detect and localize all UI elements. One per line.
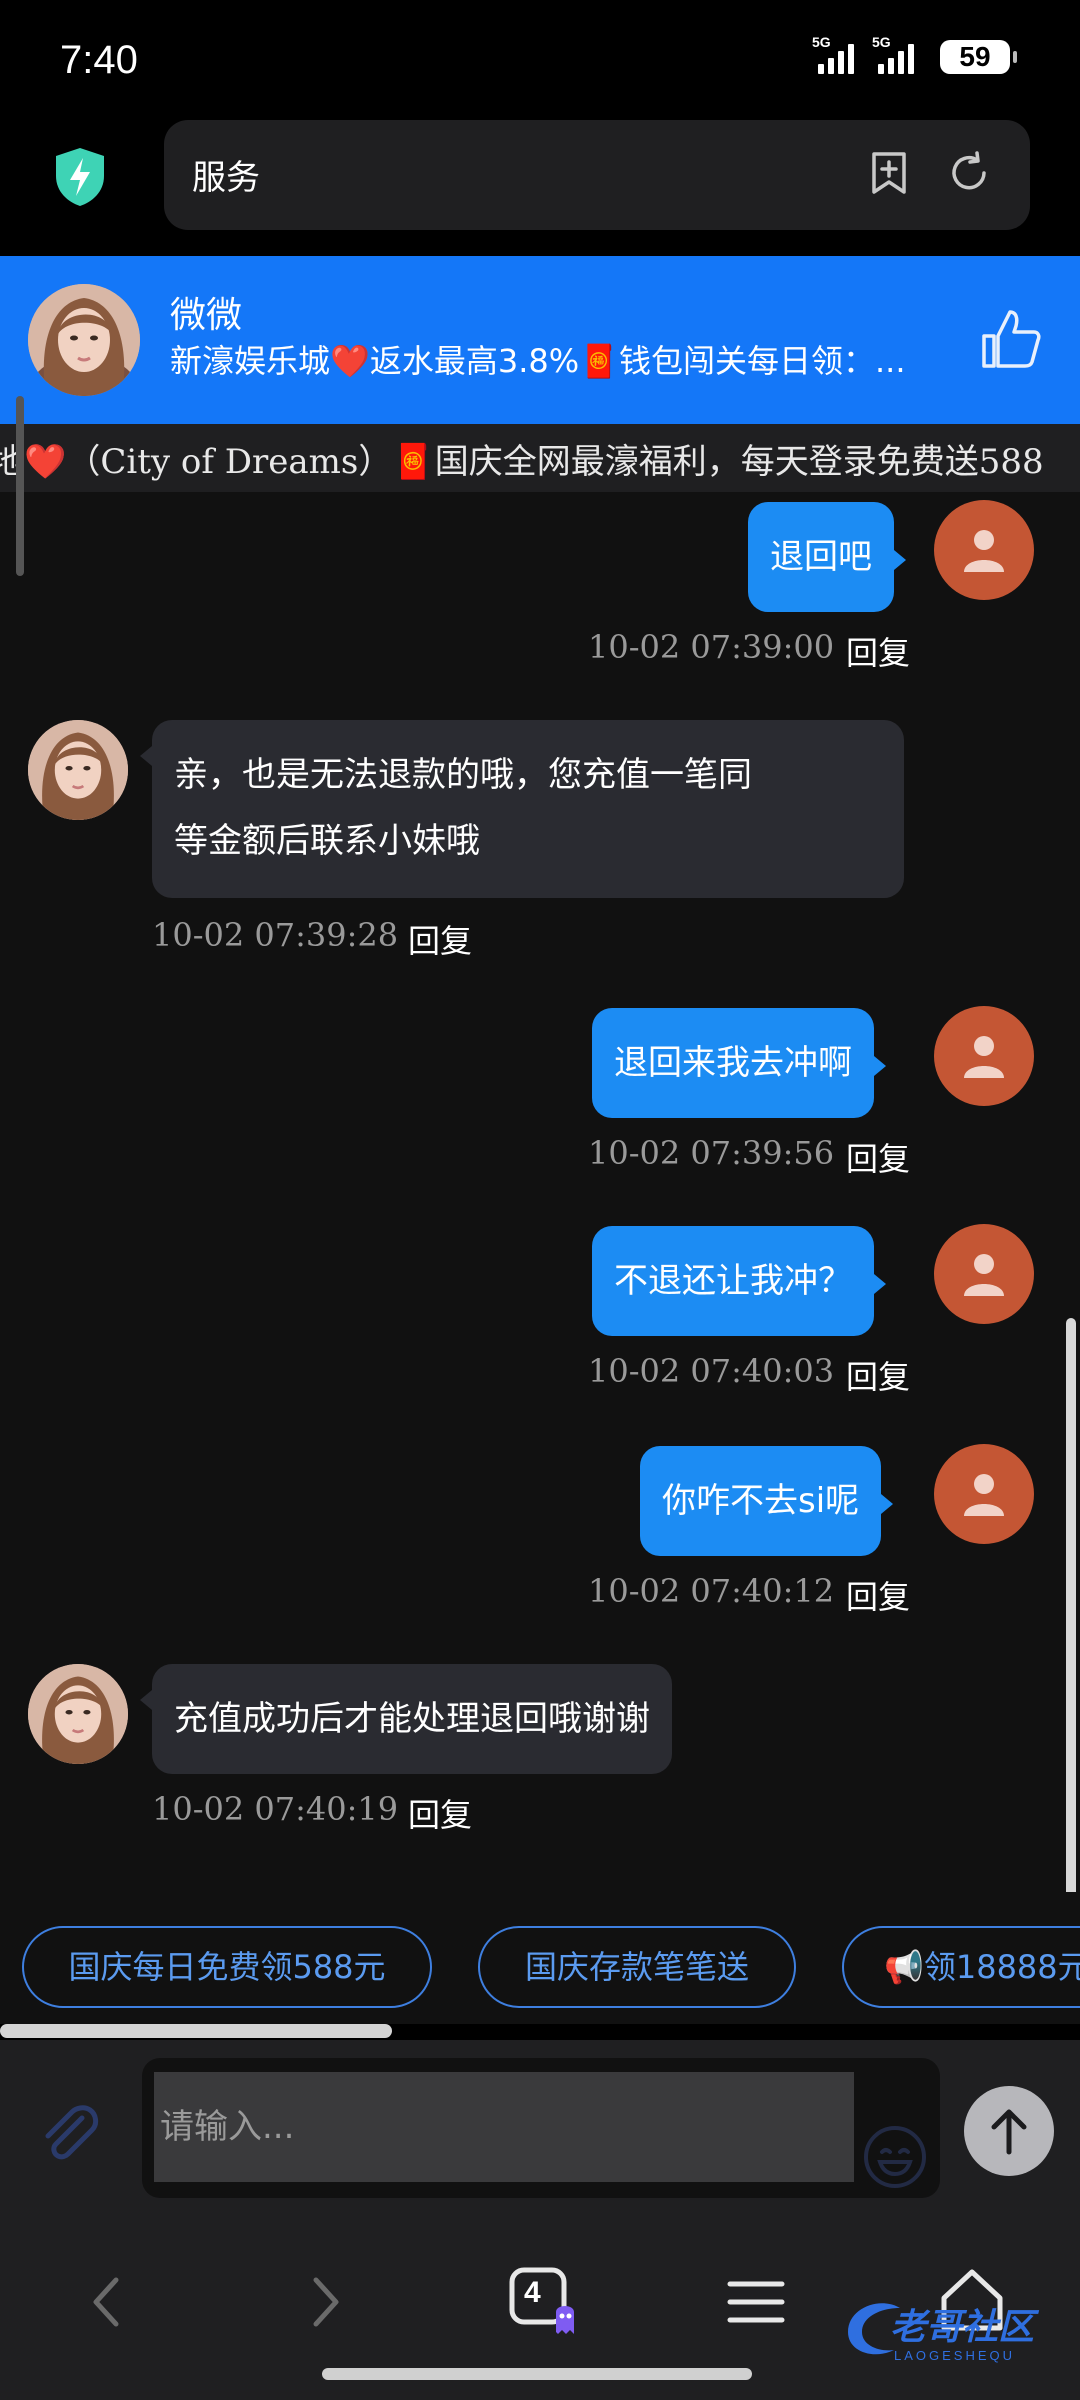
quick-reply-bar[interactable]: 国庆每日免费领588元 国庆存款笔笔送 📢领18888元: [0, 1892, 1080, 2024]
agent-name: 微微: [170, 295, 243, 336]
signal-icon: 5G: [812, 34, 854, 74]
status-indicators: 5G 5G 59: [812, 34, 1017, 74]
watermark-subtitle: LAOGESHEQU: [894, 2348, 1016, 2363]
message-input-bar: [0, 2040, 1080, 2226]
reply-button[interactable]: 回复: [846, 1352, 910, 1398]
quick-reply-chip[interactable]: 国庆存款笔笔送: [478, 1926, 796, 2008]
message-text-line: 等金额后联系小妹哦: [174, 821, 480, 861]
signal-icon: 5G: [872, 34, 914, 74]
message-bubble-sent[interactable]: 你咋不去si呢: [640, 1446, 894, 1556]
message-timestamp: 10-02 07:39:56: [588, 1134, 835, 1172]
agent-description: 新濠娱乐城❤️返水最高3.8%🧧钱包闯关每日领：...: [170, 342, 906, 380]
add-bookmark-icon[interactable]: [864, 148, 914, 198]
agent-avatar[interactable]: [28, 720, 128, 820]
address-bar[interactable]: 服务: [164, 120, 1030, 230]
send-button[interactable]: [964, 2086, 1054, 2176]
reply-button[interactable]: 回复: [408, 916, 472, 962]
message-timestamp: 10-02 07:39:00: [588, 628, 835, 666]
user-avatar[interactable]: [934, 1006, 1034, 1106]
reply-button[interactable]: 回复: [408, 1790, 472, 1836]
tabs-button[interactable]: 4: [500, 2262, 580, 2342]
quick-reply-chip[interactable]: 📢领18888元: [842, 1926, 1080, 2008]
battery-icon: 59: [940, 40, 1017, 74]
thumbs-up-icon[interactable]: [978, 306, 1044, 372]
browser-address-row: 服务: [0, 120, 1080, 256]
network-type-label: 5G: [872, 34, 891, 50]
emoji-icon[interactable]: [860, 2122, 930, 2192]
message-text-line: 亲，也是无法退款的哦，您充值一笔同: [174, 755, 752, 795]
arrow-up-icon: [991, 2109, 1027, 2155]
message-timestamp: 10-02 07:40:19: [152, 1790, 399, 1828]
watermark-title: 老哥社区: [890, 2307, 1035, 2348]
horizontal-scrollbar-thumb[interactable]: [0, 2024, 392, 2038]
agent-avatar[interactable]: [28, 1664, 128, 1764]
chat-messages[interactable]: 退回吧 10-02 07:39:00 回复 亲，也是无法退款的哦，您充值一笔同 …: [0, 492, 1080, 1892]
attachment-icon[interactable]: [34, 2098, 106, 2170]
message-timestamp: 10-02 07:40:12: [588, 1572, 835, 1610]
page-title: 服务: [192, 158, 260, 198]
chat-header: 微微 新濠娱乐城❤️返水最高3.8%🧧钱包闯关每日领：...: [0, 256, 1080, 424]
forward-icon[interactable]: [284, 2262, 364, 2342]
tab-count: 4: [524, 2276, 541, 2309]
message-input[interactable]: [154, 2072, 854, 2182]
watermark-logo: 老哥社区 LAOGESHEQU: [840, 2290, 1070, 2370]
scrollbar-thumb[interactable]: [1066, 1318, 1076, 1898]
status-time: 7:40: [60, 38, 138, 82]
user-avatar[interactable]: [934, 1444, 1034, 1544]
reply-button[interactable]: 回复: [846, 1134, 910, 1180]
home-indicator[interactable]: [322, 2368, 752, 2380]
quick-reply-chip[interactable]: 国庆每日免费领588元: [22, 1926, 432, 2008]
agent-avatar[interactable]: [28, 284, 140, 396]
scrollbar-thumb[interactable]: [16, 396, 24, 576]
message-bubble-received[interactable]: 充值成功后才能处理退回哦谢谢: [140, 1664, 672, 1774]
message-input-container: [142, 2058, 940, 2198]
announcement-marquee[interactable]: 地❤️（City of Dreams）🧧国庆全网最濠福利，每天登录免费送588: [0, 424, 1080, 492]
message-bubble-sent[interactable]: 退回来我去冲啊: [592, 1008, 886, 1118]
message-bubble-received[interactable]: 亲，也是无法退款的哦，您充值一笔同 等金额后联系小妹哦: [140, 720, 904, 898]
shield-icon[interactable]: [52, 146, 108, 208]
message-bubble-sent[interactable]: 不退还让我冲？: [592, 1226, 886, 1336]
status-bar: 7:40 5G 5G 59: [0, 0, 1080, 120]
reply-button[interactable]: 回复: [846, 628, 910, 674]
announcement-text: 地❤️（City of Dreams）🧧国庆全网最濠福利，每天登录免费送588: [0, 442, 1044, 482]
refresh-icon[interactable]: [944, 148, 994, 198]
user-avatar[interactable]: [934, 500, 1034, 600]
message-timestamp: 10-02 07:39:28: [152, 916, 399, 954]
back-icon[interactable]: [68, 2262, 148, 2342]
reply-button[interactable]: 回复: [846, 1572, 910, 1618]
menu-icon[interactable]: [716, 2262, 796, 2342]
user-avatar[interactable]: [934, 1224, 1034, 1324]
message-bubble-sent[interactable]: 退回吧: [748, 502, 906, 612]
network-type-label: 5G: [812, 34, 831, 50]
message-timestamp: 10-02 07:40:03: [588, 1352, 835, 1390]
